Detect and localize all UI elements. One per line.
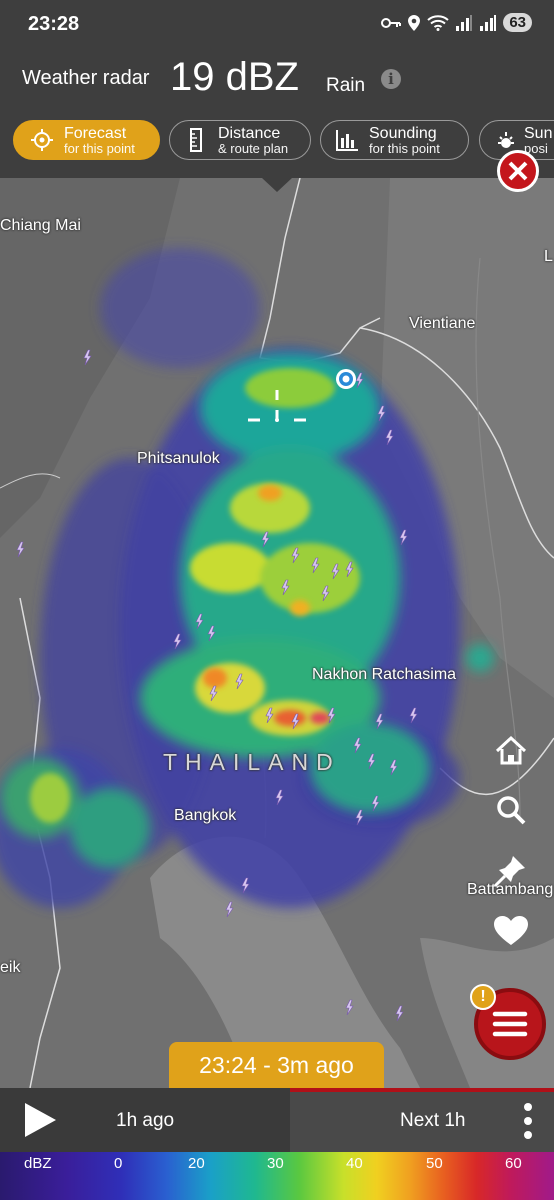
close-icon [508, 161, 528, 181]
timeline-more-button[interactable] [518, 1102, 538, 1140]
close-button[interactable] [497, 150, 539, 192]
signal-icon [456, 14, 473, 31]
header-pointer [262, 178, 292, 192]
legend-tick: 50 [426, 1155, 443, 1172]
radar-value: 19 dBZ [170, 55, 299, 99]
pin-button[interactable] [491, 850, 531, 890]
alert-icon[interactable]: ! [470, 984, 496, 1010]
city-label: Vientiane [409, 315, 476, 332]
radar-map[interactable]: Chiang Mai Vientiane Phitsanulok Nakhon … [0, 178, 554, 1088]
legend-tick: 0 [114, 1155, 123, 1172]
chip-label: Distance [218, 124, 281, 142]
status-bar: 23:28 63 [0, 0, 554, 50]
sun-icon [494, 128, 518, 152]
legend-tick: 60 [505, 1155, 522, 1172]
city-label: L [544, 248, 553, 265]
play-button[interactable] [20, 1100, 60, 1140]
chip-sublabel: & route plan [218, 140, 289, 156]
sounding-chart-icon [335, 128, 359, 152]
search-button[interactable] [491, 790, 531, 830]
chip-label: Sun [524, 124, 553, 142]
ruler-icon [184, 128, 208, 152]
distance-chip[interactable]: Distance & route plan [169, 120, 311, 160]
city-label: Bangkok [174, 807, 237, 824]
city-label: Chiang Mai [0, 217, 81, 234]
location-icon [408, 14, 421, 31]
more-vertical-icon [524, 1103, 532, 1139]
legend-tick: 30 [267, 1155, 284, 1172]
timeline-bar[interactable]: 1h ago Next 1h [0, 1088, 554, 1152]
current-time-label[interactable]: 23:24 - 3m ago [169, 1042, 384, 1088]
sounding-chip[interactable]: Sounding for this point [320, 120, 469, 160]
country-label: THAILAND [163, 749, 341, 775]
color-legend: dBZ 0 20 30 40 50 60 [0, 1152, 554, 1200]
city-label: Phitsanulok [137, 450, 220, 467]
legend-tick: 20 [188, 1155, 205, 1172]
legend-unit: dBZ [24, 1155, 52, 1172]
location-marker [336, 369, 356, 389]
city-label: eik [0, 959, 21, 976]
timeline-past-label[interactable]: 1h ago [116, 1110, 174, 1132]
heart-icon [494, 916, 528, 945]
chip-label: Forecast [64, 124, 127, 142]
chip-sublabel: for this point [369, 140, 440, 156]
favorite-button[interactable] [491, 911, 531, 951]
pin-icon [493, 856, 525, 888]
home-button[interactable] [491, 731, 531, 771]
city-label: Nakhon Ratchasima [312, 666, 457, 683]
chip-label: Sounding [369, 124, 437, 142]
status-icons: 63 [381, 13, 532, 32]
search-icon [497, 796, 526, 825]
timeline-forecast-indicator [290, 1088, 554, 1092]
crosshair-icon [30, 128, 54, 152]
signal-icon-2 [480, 14, 497, 31]
chip-sublabel: for this point [64, 140, 135, 156]
precip-type: Rain [326, 75, 366, 96]
layer-title: Weather radar [22, 67, 150, 89]
key-icon [381, 17, 402, 28]
home-icon [495, 735, 527, 765]
play-icon [25, 1103, 56, 1137]
status-time: 23:28 [28, 13, 80, 35]
legend-tick: 40 [346, 1155, 363, 1172]
radar-header: Weather radar 19 dBZ Rain i Forecast for … [0, 50, 554, 178]
timeline-next-label[interactable]: Next 1h [400, 1110, 465, 1132]
wifi-icon [427, 14, 449, 31]
battery-indicator: 63 [503, 13, 532, 32]
forecast-chip[interactable]: Forecast for this point [13, 120, 160, 160]
info-icon[interactable]: i [381, 69, 401, 89]
